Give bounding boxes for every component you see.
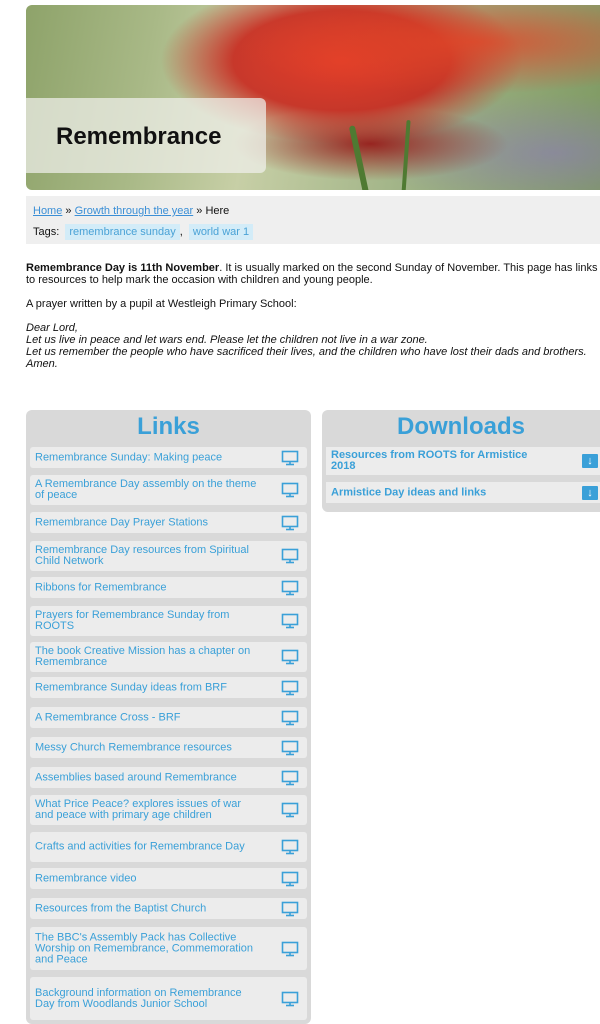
link-item[interactable]: Remembrance Sunday: Making peace [30, 447, 307, 468]
breadcrumb-separator: » [62, 205, 75, 217]
link-item-label[interactable]: Assemblies based around Remembrance [35, 772, 260, 783]
monitor-icon [281, 649, 299, 665]
monitor-icon [281, 710, 299, 726]
download-item[interactable]: Armistice Day ideas and links ↓ [326, 482, 600, 503]
monitor-icon [281, 580, 299, 596]
link-item-label[interactable]: Resources from the Baptist Church [35, 903, 260, 914]
intro-paragraph: Remembrance Day is 11th November. It is … [26, 262, 600, 286]
tag-remembrance-sunday[interactable]: remembrance sunday [65, 224, 180, 240]
tags-row: Tags: remembrance sunday, world war 1 [33, 224, 254, 240]
links-heading: Links [137, 413, 200, 440]
link-item[interactable]: Crafts and activities for Remembrance Da… [30, 832, 307, 862]
tag-world-war-1[interactable]: world war 1 [188, 224, 254, 240]
link-item-label[interactable]: Messy Church Remembrance resources [35, 742, 260, 753]
prayer-intro: A prayer written by a pupil at Westleigh… [26, 298, 297, 310]
link-item-label[interactable]: Ribbons for Remembrance [35, 582, 260, 593]
monitor-icon [281, 770, 299, 786]
link-item-label[interactable]: The BBC's Assembly Pack has Collective W… [35, 932, 260, 965]
breadcrumb-bar: Home » Growth through the year » Here Ta… [26, 196, 600, 244]
hero-banner: Remembrance [26, 5, 600, 190]
prayer-text: Dear Lord, Let us live in peace and let … [26, 322, 600, 370]
download-item-label[interactable]: Resources from ROOTS for Armistice 2018 [331, 450, 546, 472]
link-item-label[interactable]: Crafts and activities for Remembrance Da… [35, 841, 260, 853]
link-item[interactable]: Remembrance Sunday ideas from BRF [30, 677, 307, 698]
intro-bold-lead: Remembrance Day is 11th November [26, 262, 220, 274]
downloads-panel: Downloads Resources from ROOTS for Armis… [322, 410, 600, 512]
monitor-icon [281, 740, 299, 756]
download-icon[interactable]: ↓ [582, 454, 598, 468]
monitor-icon [281, 941, 299, 957]
link-item[interactable]: Background information on Remembrance Da… [30, 977, 307, 1020]
link-item[interactable]: Ribbons for Remembrance [30, 577, 307, 598]
download-item-label[interactable]: Armistice Day ideas and links [331, 487, 546, 498]
link-item[interactable]: A Remembrance Cross - BRF [30, 707, 307, 728]
monitor-icon [281, 839, 299, 855]
download-icon[interactable]: ↓ [582, 485, 598, 500]
monitor-icon [281, 901, 299, 917]
breadcrumb-section-link[interactable]: Growth through the year [75, 205, 194, 217]
link-item-label[interactable]: A Remembrance Cross - BRF [35, 712, 260, 723]
link-item[interactable]: Remembrance Day Prayer Stations [30, 512, 307, 533]
poppy-stem [401, 119, 411, 190]
prayer-line: Dear Lord, [26, 322, 78, 334]
link-item-label[interactable]: Prayers for Remembrance Sunday from ROOT… [35, 610, 260, 632]
links-panel: Links Remembrance Sunday: Making peace A … [26, 410, 311, 1024]
link-item[interactable]: Prayers for Remembrance Sunday from ROOT… [30, 606, 307, 636]
breadcrumb-separator: » [193, 205, 206, 217]
link-item-label[interactable]: Remembrance Day Prayer Stations [35, 517, 260, 528]
tags-label: Tags: [33, 226, 60, 238]
breadcrumb-home-link[interactable]: Home [33, 205, 62, 217]
monitor-icon [281, 871, 299, 887]
link-item-label[interactable]: Remembrance Sunday: Making peace [35, 452, 260, 463]
link-item[interactable]: Remembrance video [30, 868, 307, 889]
monitor-icon [281, 515, 299, 531]
download-item[interactable]: Resources from ROOTS for Armistice 2018 ↓ [326, 447, 600, 475]
monitor-icon [281, 613, 299, 629]
link-item-label[interactable]: Remembrance video [35, 873, 260, 884]
page-title: Remembrance [56, 123, 222, 150]
link-item-label[interactable]: Remembrance Day resources from Spiritual… [35, 545, 260, 567]
prayer-line: Amen. [26, 358, 58, 370]
breadcrumb-current: Here [205, 205, 230, 217]
prayer-line: Let us remember the people who have sacr… [26, 346, 587, 358]
link-item[interactable]: Remembrance Day resources from Spiritual… [30, 541, 307, 571]
monitor-icon [281, 991, 299, 1007]
link-item-label[interactable]: What Price Peace? explores issues of war… [35, 799, 260, 821]
link-item[interactable]: Messy Church Remembrance resources [30, 737, 307, 758]
monitor-icon [281, 680, 299, 696]
intro-text: Remembrance Day is 11th November. It is … [26, 262, 600, 370]
link-item-label[interactable]: A Remembrance Day assembly on the theme … [35, 479, 260, 501]
link-item[interactable]: Assemblies based around Remembrance [30, 767, 307, 788]
downloads-heading: Downloads [396, 413, 525, 440]
prayer-line: Let us live in peace and let wars end. P… [26, 334, 428, 346]
breadcrumb: Home » Growth through the year » Here [33, 204, 229, 218]
link-item[interactable]: What Price Peace? explores issues of war… [30, 795, 307, 825]
link-item-label[interactable]: Remembrance Sunday ideas from BRF [35, 682, 260, 693]
link-item[interactable]: Resources from the Baptist Church [30, 898, 307, 919]
link-item[interactable]: A Remembrance Day assembly on the theme … [30, 475, 307, 505]
poppy-stem [348, 125, 370, 190]
tag-separator: , [179, 226, 183, 238]
link-item[interactable]: The BBC's Assembly Pack has Collective W… [30, 927, 307, 970]
link-item-label[interactable]: The book Creative Mission has a chapter … [35, 646, 260, 668]
monitor-icon [281, 482, 299, 498]
monitor-icon [281, 802, 299, 818]
link-item[interactable]: The book Creative Mission has a chapter … [30, 642, 307, 672]
monitor-icon [281, 450, 299, 466]
monitor-icon [281, 548, 299, 564]
link-item-label[interactable]: Background information on Remembrance Da… [35, 987, 260, 1010]
